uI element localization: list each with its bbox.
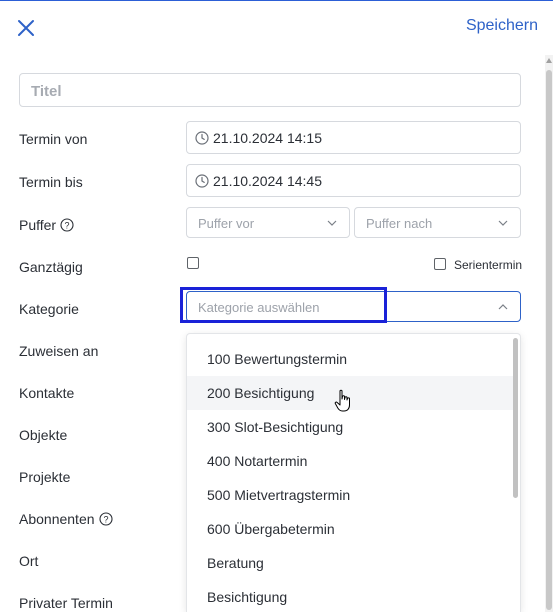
chevron-up-icon [498,304,508,310]
puffer-nach-placeholder: Puffer nach [366,216,433,231]
dropdown-option[interactable]: Besichtigung [187,580,513,612]
kontakte-label: Kontakte [19,385,75,401]
ganztaegig-label: Ganztägig [19,259,83,275]
abonnenten-label-row: Abonnenten ? [19,511,113,527]
dropdown-option[interactable]: 400 Notartermin [187,444,513,478]
dropdown-option[interactable]: 200 Besichtigung [187,376,513,410]
clock-icon [195,131,209,145]
privater-termin-label: Privater Termin [19,595,113,611]
dropdown-option-label: Beratung [207,555,264,571]
dropdown-option[interactable]: 600 Übergabetermin [187,512,513,546]
ort-label: Ort [19,553,39,569]
annotation-highlight-box [180,287,387,323]
appointment-form-panel: Speichern Titel Termin von 21.10.2024 14… [0,0,553,612]
kategorie-label: Kategorie [19,301,79,317]
dropdown-option[interactable]: 300 Slot-Besichtigung [187,410,513,444]
dropdown-option[interactable]: Beratung [187,546,513,580]
puffer-nach-select[interactable]: Puffer nach [354,207,521,238]
chevron-down-icon [327,220,337,226]
title-input[interactable]: Titel [19,73,521,107]
puffer-vor-placeholder: Puffer vor [198,216,255,231]
termin-bis-field[interactable]: 21.10.2024 14:45 [186,164,521,197]
termin-bis-label: Termin bis [19,174,83,190]
dropdown-option-label: Besichtigung [207,589,288,605]
chevron-down-icon [498,220,508,226]
dropdown-option-label: 600 Übergabetermin [207,521,335,537]
serientermin-checkbox[interactable] [434,258,446,270]
puffer-label: Puffer [19,217,57,233]
serientermin-label: Serientermin [454,258,523,272]
save-button[interactable]: Speichern [466,17,538,35]
top-border [0,0,553,1]
dropdown-option-label: 300 Slot-Besichtigung [207,419,344,435]
page-scrollbar-thumb[interactable] [546,70,552,610]
dropdown-option-label: 100 Bewertungstermin [207,351,348,367]
clock-icon [195,174,209,188]
svg-text:?: ? [65,221,70,231]
puffer-label-row: Puffer ? [19,217,74,233]
kategorie-dropdown-list: 100 Bewertungstermin 200 Besichtigung 30… [186,333,521,612]
close-icon [18,20,34,36]
ganztaegig-checkbox[interactable] [187,257,199,269]
title-placeholder: Titel [31,83,62,100]
dropdown-option[interactable]: 100 Bewertungstermin [187,342,513,376]
objekte-label: Objekte [19,427,68,443]
termin-von-label: Termin von [19,131,88,147]
termin-bis-value: 21.10.2024 14:45 [213,173,322,189]
dropdown-option-label: 200 Besichtigung [207,385,315,401]
help-icon[interactable]: ? [98,512,113,526]
termin-von-value: 21.10.2024 14:15 [213,130,322,146]
dropdown-scrollbar-thumb[interactable] [513,338,518,498]
dropdown-option-label: 500 Mietvertragstermin [207,487,351,503]
projekte-label: Projekte [19,469,71,485]
abonnenten-label: Abonnenten [19,511,95,527]
puffer-vor-select[interactable]: Puffer vor [186,207,350,238]
close-button[interactable] [14,16,38,40]
scroll-up-arrow-icon[interactable] [546,58,552,63]
dropdown-option-label: 400 Notartermin [207,453,308,469]
zuweisen-an-label: Zuweisen an [19,343,99,359]
dropdown-option[interactable]: 500 Mietvertragstermin [187,478,513,512]
svg-text:?: ? [103,515,108,525]
termin-von-field[interactable]: 21.10.2024 14:15 [186,121,521,154]
help-icon[interactable]: ? [60,218,74,232]
